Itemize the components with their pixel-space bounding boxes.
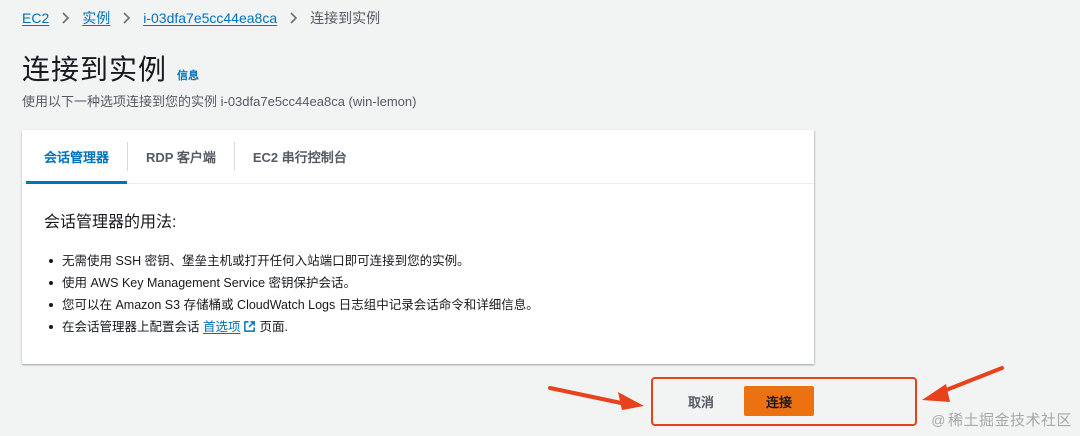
list-item: 使用 AWS Key Management Service 密钥保护会话。: [49, 272, 792, 294]
annotation-arrow-icon: [922, 366, 1004, 402]
breadcrumb: EC2 实例 i-03dfa7e5cc44ea8ca 连接到实例: [22, 8, 380, 28]
chevron-right-icon: [289, 12, 298, 24]
breadcrumb-instance-id-link[interactable]: i-03dfa7e5cc44ea8ca: [143, 10, 277, 26]
tab-session-manager[interactable]: 会话管理器: [26, 130, 128, 184]
list-item: 您可以在 Amazon S3 存储桶或 CloudWatch Logs 日志组中…: [49, 294, 792, 316]
cancel-button[interactable]: 取消: [672, 386, 730, 416]
breadcrumb-ec2-link[interactable]: EC2: [22, 10, 49, 26]
watermark-text: 稀土掘金技术社区: [947, 412, 1072, 429]
page-description: 使用以下一种选项连接到您的实例 i-03dfa7e5cc44ea8ca (win…: [22, 94, 417, 109]
external-link-icon[interactable]: [243, 318, 256, 340]
preferences-link[interactable]: 首选项: [203, 320, 241, 334]
connect-options-panel: 会话管理器 RDP 客户端 EC2 串行控制台 会话管理器的用法: 无需使用 S…: [22, 130, 814, 364]
preferences-prefix: 在会话管理器上配置会话: [62, 320, 200, 334]
usage-heading: 会话管理器的用法:: [44, 214, 177, 231]
watermark: @ 稀土掘金技术社区: [931, 409, 1072, 430]
list-item: 无需使用 SSH 密钥、堡垒主机或打开任何入站端口即可连接到您的实例。: [49, 250, 792, 272]
chevron-right-icon: [61, 12, 70, 24]
watermark-symbol: @: [931, 411, 946, 428]
page-header: 连接到实例 信息: [22, 48, 199, 88]
breadcrumb-current: 连接到实例: [310, 10, 381, 26]
list-item: 在会话管理器上配置会话 首选项 页面.: [49, 316, 792, 340]
chevron-right-icon: [122, 12, 131, 24]
page-title: 连接到实例: [22, 54, 168, 85]
tab-rdp-client[interactable]: RDP 客户端: [128, 130, 234, 183]
tab-ec2-serial-console[interactable]: EC2 串行控制台: [235, 130, 365, 183]
annotation-arrow-icon: [548, 386, 644, 410]
tab-list: 会话管理器 RDP 客户端 EC2 串行控制台: [22, 130, 814, 184]
connect-button[interactable]: 连接: [744, 386, 814, 416]
breadcrumb-instances-link[interactable]: 实例: [82, 8, 110, 28]
usage-list: 无需使用 SSH 密钥、堡垒主机或打开任何入站端口即可连接到您的实例。 使用 A…: [44, 250, 792, 340]
info-link[interactable]: 信息: [177, 67, 199, 83]
tab-content: 会话管理器的用法: 无需使用 SSH 密钥、堡垒主机或打开任何入站端口即可连接到…: [22, 184, 814, 364]
preferences-suffix: 页面.: [259, 320, 288, 334]
